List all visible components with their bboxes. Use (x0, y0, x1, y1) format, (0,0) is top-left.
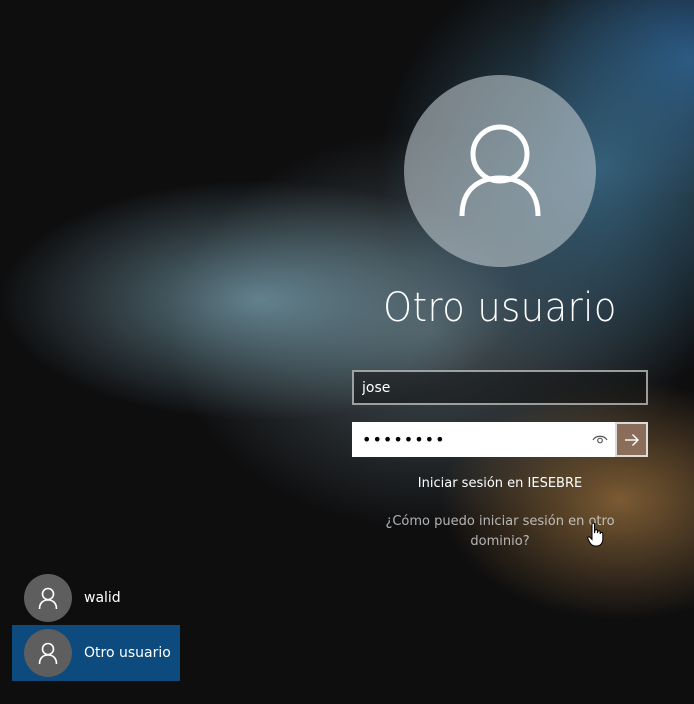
user-icon (38, 642, 58, 665)
lock-screen: Otro usuario Iniciar sesión en IESEBRE ¿… (0, 0, 694, 704)
hand-pointer-icon (587, 522, 604, 547)
arrow-right-icon (624, 433, 639, 446)
username-field[interactable] (352, 370, 648, 405)
signin-domain-text: Iniciar sesión en IESEBRE (417, 476, 583, 491)
user-tile-walid[interactable]: walid (12, 570, 180, 626)
user-tile-name: walid (84, 590, 121, 606)
eye-icon[interactable] (592, 432, 608, 446)
submit-button[interactable] (615, 422, 648, 457)
user-tile-otro-usuario[interactable]: Otro usuario (12, 625, 180, 681)
user-tile-avatar (24, 574, 72, 622)
user-avatar-icon (459, 124, 541, 217)
password-field[interactable] (352, 422, 615, 457)
user-tile-avatar (24, 629, 72, 677)
user-title: Otro usuario (383, 285, 617, 331)
user-tile-name: Otro usuario (84, 645, 171, 661)
user-avatar (404, 75, 596, 267)
user-icon (38, 587, 58, 610)
password-row (352, 422, 648, 457)
